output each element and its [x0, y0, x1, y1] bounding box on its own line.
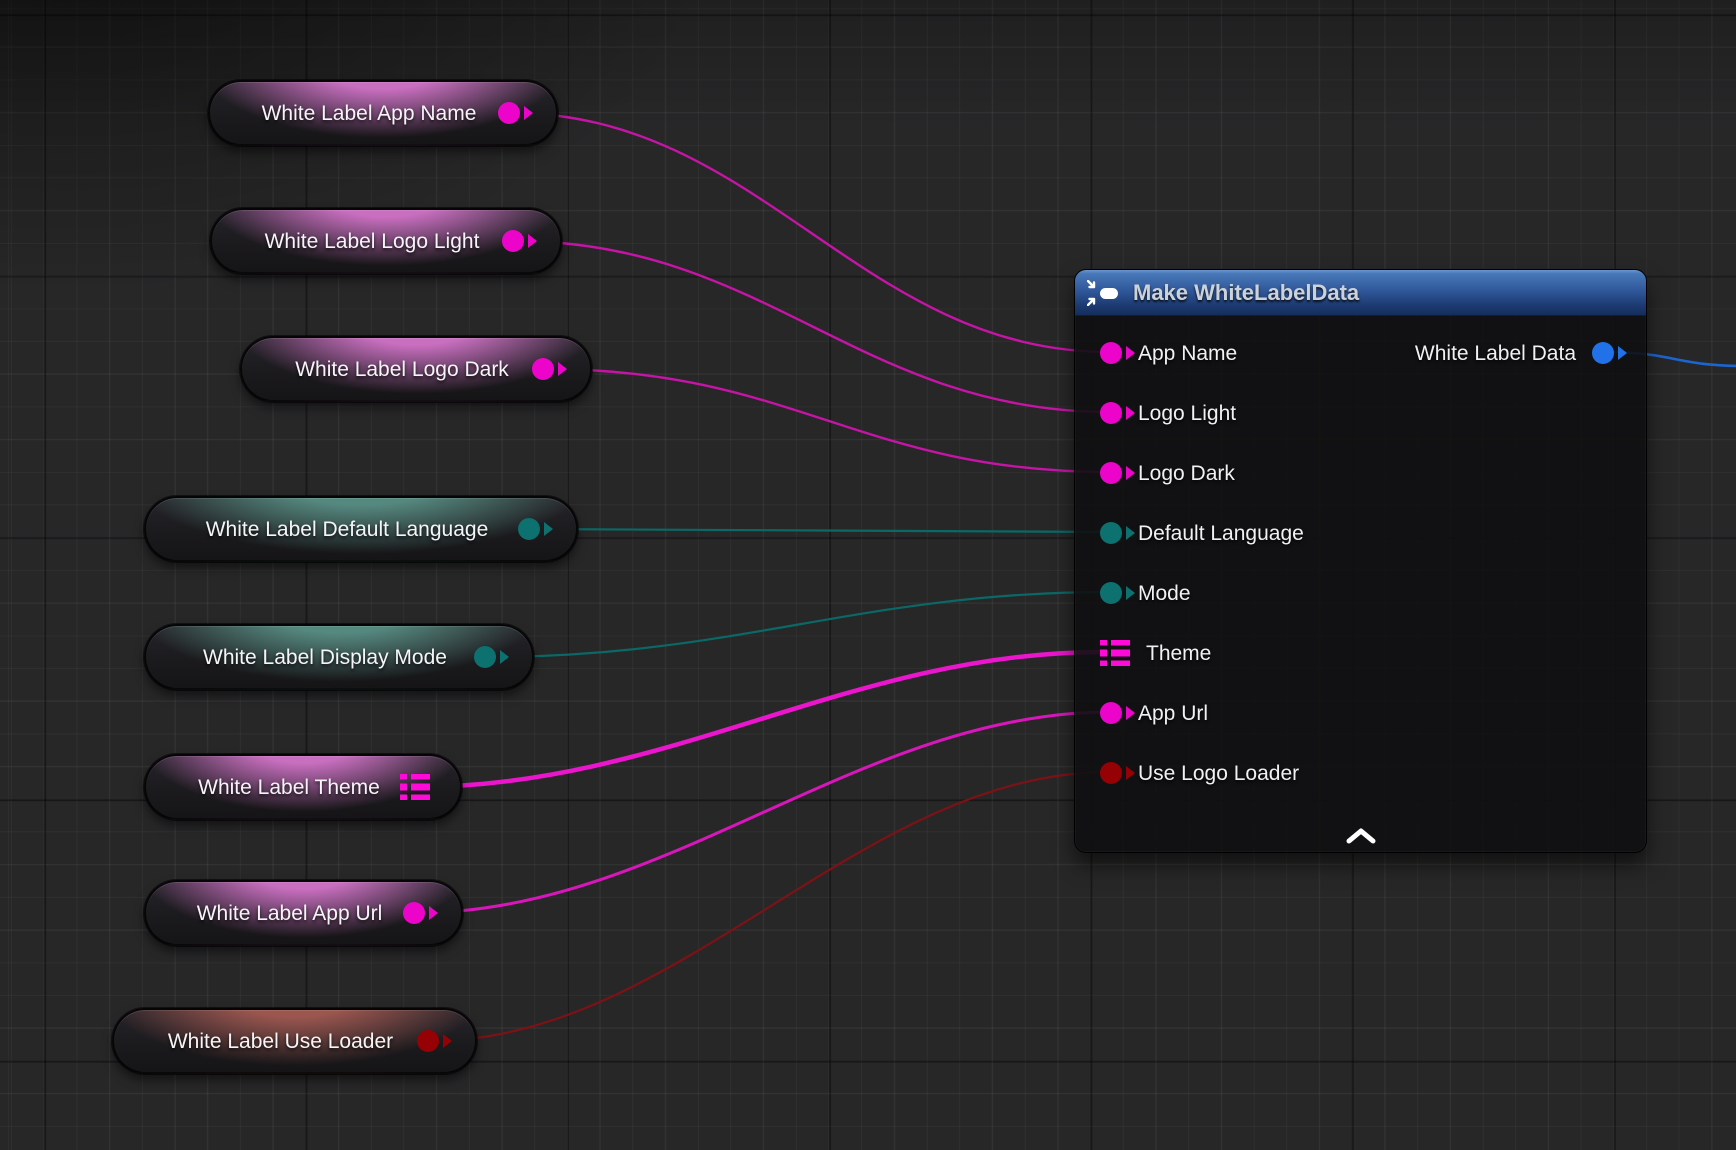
output-pin[interactable] [417, 1030, 439, 1052]
variable-node-white-label-use-loader[interactable]: White Label Use Loader [112, 1008, 477, 1074]
input-pin-label: Theme [1146, 643, 1211, 664]
wire-white-label-default-language-to-default-language[interactable] [531, 529, 1110, 532]
node-title: Make WhiteLabelData [1133, 280, 1359, 306]
input-pin-label: App Url [1138, 703, 1208, 724]
output-pin[interactable] [1592, 342, 1614, 364]
variable-node-label: White Label Logo Dark [295, 359, 509, 380]
output-pin-row: White Label Data [1415, 323, 1646, 383]
make-whitelabeldata-node[interactable]: Make WhiteLabelData App Name Logo Light Log… [1074, 269, 1647, 853]
theme-struct-pin[interactable] [400, 774, 430, 800]
wire-white-label-app-url-to-app-url[interactable] [416, 712, 1110, 913]
output-pin[interactable] [532, 358, 554, 380]
output-pin[interactable] [498, 102, 520, 124]
variable-node-label: White Label App Url [197, 903, 383, 924]
input-pin[interactable] [1100, 582, 1122, 604]
variable-node-label: White Label Theme [198, 777, 380, 798]
variable-node-label: White Label App Name [262, 103, 477, 124]
input-pin[interactable] [1100, 702, 1122, 724]
input-pin[interactable] [1100, 402, 1122, 424]
wire-white-label-logo-dark-to-logo-dark[interactable] [545, 369, 1110, 472]
variable-node-label: White Label Default Language [206, 519, 489, 540]
output-pin[interactable] [403, 902, 425, 924]
output-pin[interactable] [474, 646, 496, 668]
input-pin-row-logo-dark: Logo Dark [1075, 443, 1235, 503]
input-pin[interactable] [1100, 762, 1122, 784]
input-pin-row-logo-light: Logo Light [1075, 383, 1236, 443]
wire-white-label-logo-light-to-logo-light[interactable] [515, 241, 1110, 412]
input-pin-label: Use Logo Loader [1138, 763, 1299, 784]
variable-node-white-label-logo-light[interactable]: White Label Logo Light [210, 208, 562, 274]
output-pin[interactable] [518, 518, 540, 540]
output-pin[interactable] [502, 230, 524, 252]
wire-white-label-display-mode-to-mode[interactable] [487, 592, 1110, 657]
graph-canvas[interactable]: White Label App Name White Label Logo Lig… [0, 0, 1736, 1150]
collapse-node-button[interactable] [1346, 828, 1376, 844]
node-header[interactable]: Make WhiteLabelData [1075, 270, 1646, 316]
input-pin-row-mode: Mode [1075, 563, 1191, 623]
chevron-up-icon [1346, 828, 1376, 844]
input-pin-row-use-logo-loader: Use Logo Loader [1075, 743, 1299, 803]
input-pin-label: Mode [1138, 583, 1191, 604]
variable-node-white-label-logo-dark[interactable]: White Label Logo Dark [240, 336, 592, 402]
theme-struct-pin-icon[interactable] [400, 774, 430, 800]
variable-node-white-label-display-mode[interactable]: White Label Display Mode [144, 624, 534, 690]
input-pin-label: App Name [1138, 343, 1237, 364]
theme-input-pin-icon[interactable] [1100, 640, 1130, 666]
wire-white-label-app-name-to-app-name[interactable] [511, 113, 1110, 352]
variable-node-white-label-app-name[interactable]: White Label App Name [208, 80, 558, 146]
input-pin-row-app-name: App Name [1075, 323, 1237, 383]
input-pin-row-theme: Theme [1075, 623, 1211, 683]
theme-input-pin[interactable] [1100, 640, 1130, 666]
variable-node-label: White Label Use Loader [168, 1031, 393, 1052]
variable-node-white-label-theme[interactable]: White Label Theme [144, 754, 462, 820]
variable-node-label: White Label Logo Light [265, 231, 480, 252]
input-pin[interactable] [1100, 522, 1122, 544]
input-pin[interactable] [1100, 342, 1122, 364]
input-pin-label: Logo Dark [1138, 463, 1235, 484]
variable-node-white-label-app-url[interactable]: White Label App Url [144, 880, 463, 946]
variable-node-white-label-default-language[interactable]: White Label Default Language [144, 496, 578, 562]
make-struct-icon [1087, 280, 1121, 306]
variable-node-label: White Label Display Mode [203, 647, 447, 668]
output-pin-label: White Label Data [1415, 343, 1576, 364]
input-pin-label: Logo Light [1138, 403, 1236, 424]
input-pin[interactable] [1100, 462, 1122, 484]
input-pin-row-app-url: App Url [1075, 683, 1208, 743]
input-pin-row-default-language: Default Language [1075, 503, 1304, 563]
wire-white-label-use-loader-to-use-logo-loader[interactable] [430, 772, 1110, 1041]
input-pin-label: Default Language [1138, 523, 1304, 544]
